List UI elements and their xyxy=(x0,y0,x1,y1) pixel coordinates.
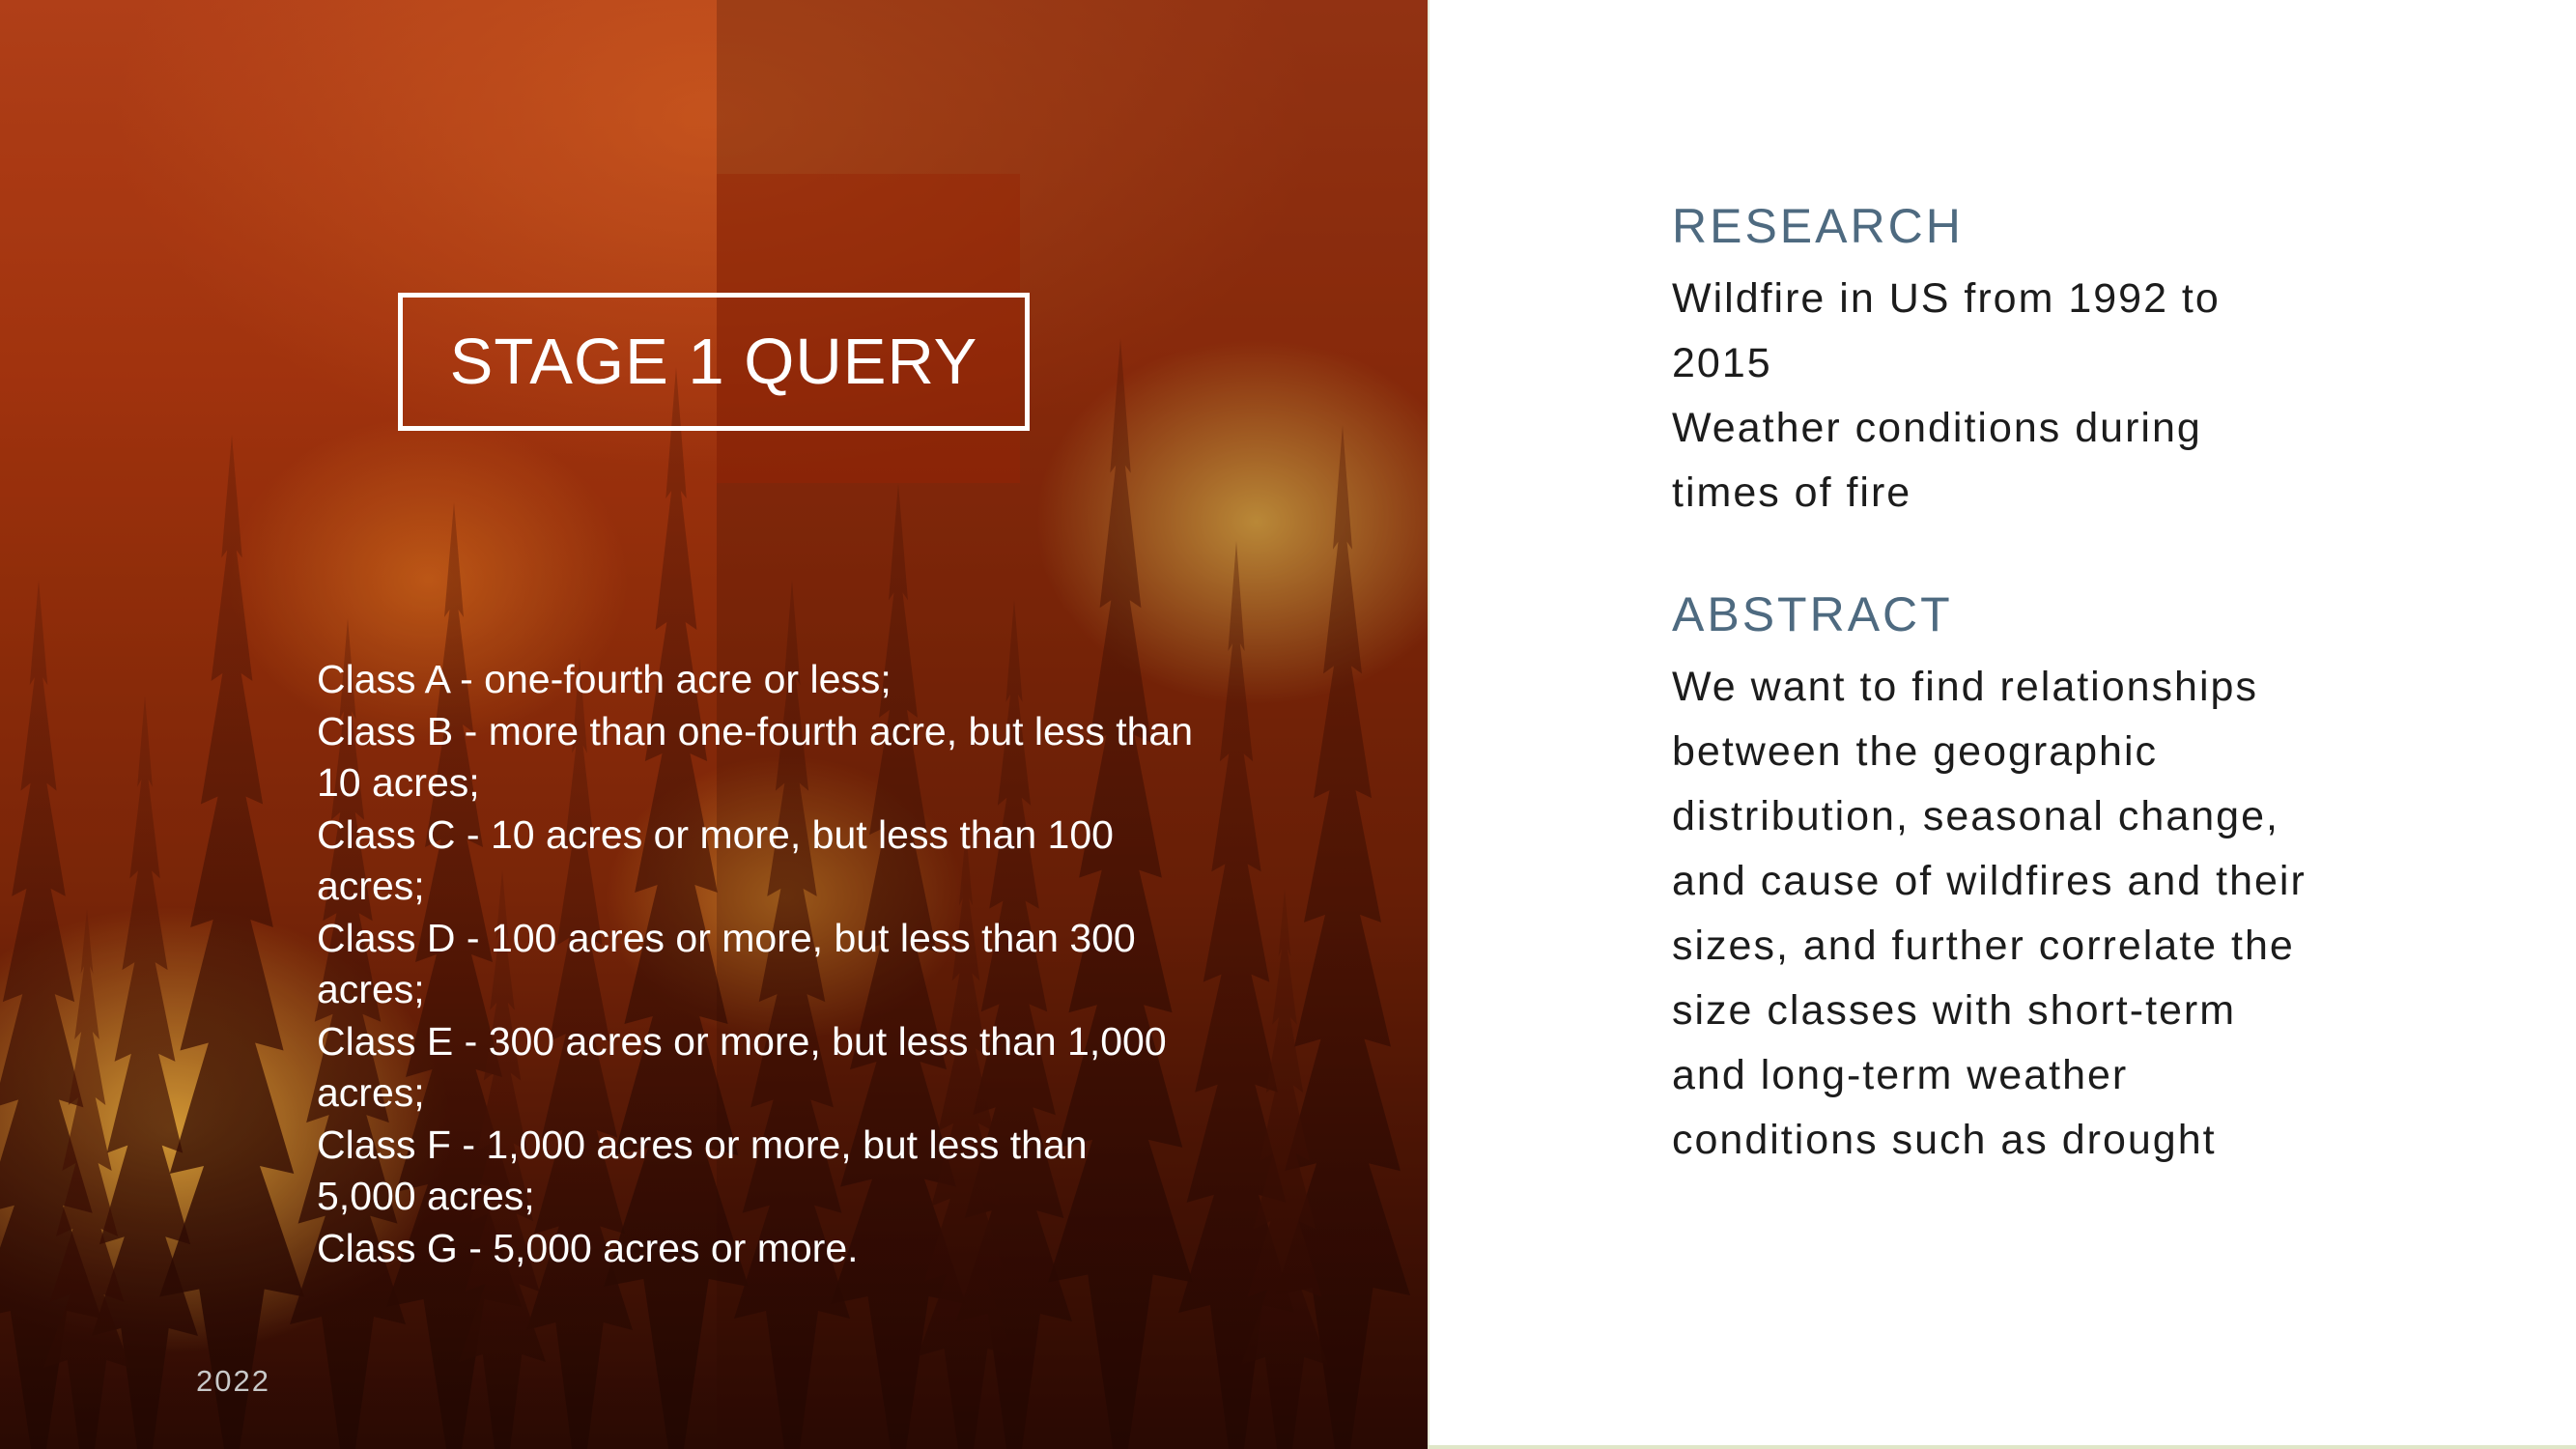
abstract-line: size classes with short-term xyxy=(1672,987,2237,1034)
abstract-line: distribution, seasonal change, xyxy=(1672,793,2279,839)
size-class-line: Class A - one-fourth acre or less; xyxy=(317,657,892,701)
bottom-rule xyxy=(1428,1445,2576,1449)
size-class-line: Class F - 1,000 acres or more, but less … xyxy=(317,1122,1088,1167)
size-class-line: acres; xyxy=(317,967,425,1011)
size-class-line: acres; xyxy=(317,864,425,908)
size-class-line: Class B - more than one-fourth acre, but… xyxy=(317,708,1194,753)
abstract-line: We want to find relationships xyxy=(1672,664,2258,710)
size-class-line: Class D - 100 acres or more, but less th… xyxy=(317,915,1136,960)
abstract-line: sizes, and further correlate the xyxy=(1672,923,2295,969)
slide-title: STAGE 1 QUERY xyxy=(449,326,978,398)
research-heading: RESEARCH xyxy=(1672,199,1964,253)
size-class-list: Class A - one-fourth acre or less; Class … xyxy=(317,654,1283,1274)
abstract-body: We want to find relationships between the… xyxy=(1672,655,2406,1173)
size-class-line: 10 acres; xyxy=(317,760,480,805)
research-line: 2015 xyxy=(1672,340,1772,386)
research-body: Wildfire in US from 1992 to 2015 Weather c… xyxy=(1672,267,2406,526)
size-class-line: Class C - 10 acres or more, but less tha… xyxy=(317,811,1114,857)
abstract-line: and long-term weather xyxy=(1672,1052,2129,1098)
size-class-line: Class G - 5,000 acres or more. xyxy=(317,1225,859,1270)
abstract-line: conditions such as drought xyxy=(1672,1117,2217,1163)
size-class-line: Class E - 300 acres or more, but less th… xyxy=(317,1018,1167,1064)
research-line: Weather conditions during xyxy=(1672,405,2202,451)
research-line: times of fire xyxy=(1672,469,1912,516)
size-class-line: acres; xyxy=(317,1070,425,1115)
panel-divider xyxy=(1428,0,1430,1449)
footer-year: 2022 xyxy=(196,1364,270,1398)
abstract-line: and cause of wildfires and their xyxy=(1672,858,2307,904)
size-class-line: 5,000 acres; xyxy=(317,1174,535,1218)
abstract-heading: ABSTRACT xyxy=(1672,587,1953,641)
title-box: STAGE 1 QUERY xyxy=(398,293,1030,431)
slide: STAGE 1 QUERY Class A - one-fourth acre … xyxy=(0,0,2576,1449)
abstract-line: between the geographic xyxy=(1672,728,2159,775)
research-line: Wildfire in US from 1992 to xyxy=(1672,275,2221,322)
